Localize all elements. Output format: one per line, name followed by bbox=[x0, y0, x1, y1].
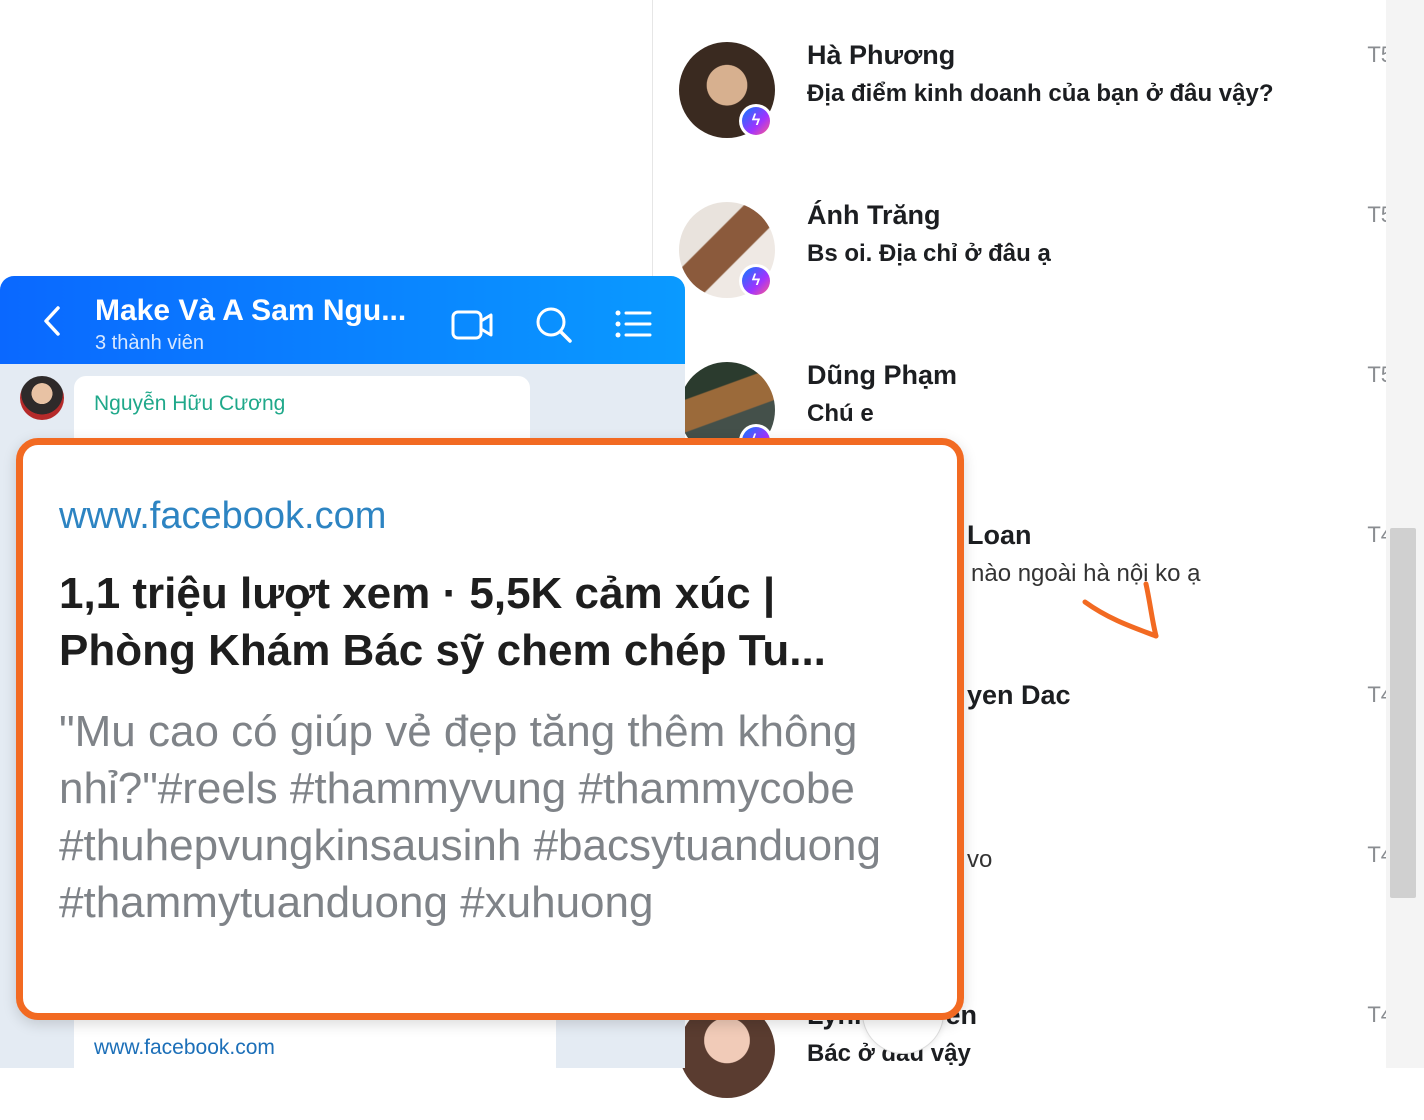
conversation-name: Loan bbox=[967, 520, 1032, 550]
link-preview-card[interactable]: www.facebook.com 1,1 triệu lượt xem · 5,… bbox=[16, 438, 964, 1020]
chat-title: Make Và A Sam Ngu... bbox=[95, 294, 407, 327]
conversation-name: Ánh Trăng bbox=[807, 200, 941, 230]
sender-avatar[interactable] bbox=[20, 376, 64, 420]
back-icon[interactable] bbox=[38, 304, 68, 338]
link-domain[interactable]: www.facebook.com bbox=[59, 495, 386, 538]
sender-name: Nguyễn Hữu Cương bbox=[94, 392, 286, 415]
conversation-item[interactable]: ϟ Ánh Trăng Bs oi. Địa chỉ ở đâu ạ T5 bbox=[653, 160, 1393, 320]
conversation-preview: vo bbox=[967, 846, 993, 873]
search-icon[interactable] bbox=[532, 304, 576, 344]
menu-list-icon[interactable] bbox=[612, 304, 656, 344]
chat-header: Make Và A Sam Ngu... 3 thành viên bbox=[0, 276, 685, 364]
conversation-name: yen Dac bbox=[967, 680, 1071, 710]
conversation-preview: Chú e bbox=[807, 400, 874, 427]
conversation-preview: Địa điểm kinh doanh của bạn ở đâu vậy? bbox=[807, 80, 1274, 107]
conversation-item[interactable]: ϟ Hà Phương Địa điểm kinh doanh của bạn … bbox=[653, 0, 1393, 160]
link-description: "Mu cao có giúp vẻ đẹp tăng thêm không n… bbox=[59, 707, 881, 927]
messenger-badge-icon: ϟ bbox=[739, 264, 773, 298]
conversation-name: Hà Phương bbox=[807, 40, 956, 70]
conversation-preview: Bs oi. Địa chỉ ở đâu ạ bbox=[807, 240, 1051, 267]
annotation-arrow-icon bbox=[1082, 581, 1159, 639]
link-title[interactable]: 1,1 triệu lượt xem · 5,5K cảm xúc | Phòn… bbox=[59, 565, 919, 679]
video-call-icon[interactable] bbox=[450, 304, 494, 344]
messenger-badge-icon: ϟ bbox=[739, 104, 773, 138]
chat-member-count: 3 thành viên bbox=[95, 332, 204, 354]
scrollbar-thumb[interactable] bbox=[1390, 528, 1416, 898]
link-domain[interactable]: www.facebook.com bbox=[94, 1036, 275, 1060]
conversation-name: Dũng Phạm bbox=[807, 360, 958, 390]
